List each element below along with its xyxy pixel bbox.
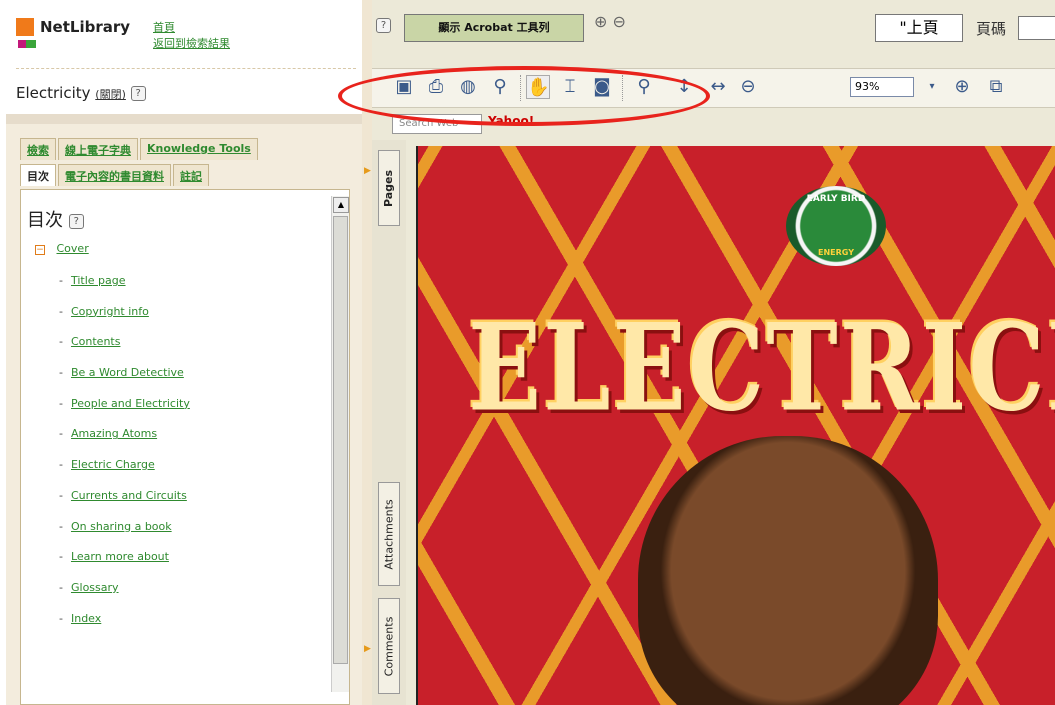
- left-panel: NetLibrary 首頁 返回到檢索結果 Electricity (關閉) ?…: [6, 0, 362, 705]
- toc-link[interactable]: Copyright info: [71, 305, 149, 318]
- toc-item: - On sharing a book: [59, 519, 172, 533]
- toc-link[interactable]: Be a Word Detective: [71, 366, 184, 379]
- comments-tab-label: Comments: [382, 616, 396, 676]
- toc-link[interactable]: On sharing a book: [71, 520, 172, 533]
- collapse-arrow-icon[interactable]: ▶: [364, 644, 371, 654]
- toc-title-text: 目次: [27, 210, 63, 231]
- toc-cover-link[interactable]: Cover: [57, 242, 89, 255]
- toc-link[interactable]: Index: [71, 612, 101, 625]
- toc-link[interactable]: Electric Charge: [71, 458, 155, 471]
- back-to-results-link[interactable]: 返回到檢索結果: [153, 36, 230, 52]
- zoom-out-icon[interactable]: ⊖: [613, 12, 626, 31]
- tab-toc[interactable]: 目次: [20, 164, 56, 186]
- toc-item: - Contents: [59, 335, 121, 349]
- tab-online-dictionary[interactable]: 線上電子字典: [58, 138, 138, 160]
- toc-link[interactable]: Glossary: [71, 581, 119, 594]
- rotate-pages-icon[interactable]: ⧉: [984, 75, 1008, 99]
- badge-top-text: EARLY BIRD: [806, 194, 866, 204]
- tab-notes[interactable]: 註記: [173, 164, 209, 186]
- zoom-in-icon[interactable]: ⊕: [950, 75, 974, 99]
- zoom-out-icon[interactable]: ⊖: [736, 75, 760, 99]
- logo-green-square: [26, 40, 36, 48]
- toc-link[interactable]: People and Electricity: [71, 397, 190, 410]
- tabs-row-2: 目次 電子內容的書目資料 註記: [20, 164, 209, 186]
- attachments-tab[interactable]: Attachments: [378, 482, 400, 586]
- divider: [16, 68, 356, 69]
- zoom-dropdown-icon[interactable]: ▾: [920, 75, 944, 99]
- toc-title: 目次 ?: [27, 206, 84, 232]
- toc-item: - Learn more about: [59, 550, 169, 564]
- help-icon[interactable]: ?: [130, 86, 146, 101]
- toc-item: - Be a Word Detective: [59, 366, 184, 380]
- highlight-oval: [338, 66, 710, 126]
- collapse-arrow-icon[interactable]: ▶: [364, 166, 371, 176]
- tab-bibliographic-data[interactable]: 電子內容的書目資料: [58, 164, 171, 186]
- home-link[interactable]: 首頁: [153, 20, 230, 36]
- toc-item: - Glossary: [59, 580, 119, 594]
- tab-search[interactable]: 檢索: [20, 138, 56, 160]
- zoom-level-input[interactable]: 93%: [850, 77, 914, 97]
- top-toolbar: ? 顯示 Acrobat 工具列 ⊕ ⊖ "上頁 頁碼: [372, 0, 1055, 64]
- book-title-text: Electricity: [16, 84, 91, 102]
- toc-scrollbar[interactable]: ▲: [331, 196, 349, 692]
- close-book-link[interactable]: (關閉): [95, 88, 126, 101]
- toc-link[interactable]: Learn more about: [71, 550, 169, 563]
- early-bird-badge: EARLY BIRD ENERGY: [786, 186, 886, 266]
- pages-tab[interactable]: Pages: [378, 150, 400, 226]
- toc-item: - Amazing Atoms: [59, 427, 158, 441]
- zoom-icons: ⊕ ⊖: [594, 12, 626, 31]
- toc-item: - Title page: [59, 274, 126, 287]
- toc-link[interactable]: Contents: [71, 335, 120, 348]
- toc-link[interactable]: Amazing Atoms: [71, 427, 157, 440]
- netlibrary-logo[interactable]: NetLibrary: [16, 18, 130, 36]
- book-title: Electricity (關閉) ?: [16, 84, 146, 102]
- toc-list: - Title page - Copyright info - Contents -B…: [59, 274, 190, 642]
- show-acrobat-toolbar-button[interactable]: 顯示 Acrobat 工具列: [404, 14, 584, 42]
- book-cover-page: EARLY BIRD ENERGY ELECTRICIT: [416, 146, 1055, 705]
- attachments-tab-label: Attachments: [382, 498, 396, 570]
- toc-item: - People and Electricity: [59, 396, 190, 410]
- toc-link[interactable]: Currents and Circuits: [71, 489, 187, 502]
- toc-item: - Currents and Circuits: [59, 488, 187, 502]
- toc-link[interactable]: Title page: [71, 274, 126, 287]
- pages-tab-label: Pages: [382, 169, 396, 207]
- cover-photo: [638, 436, 938, 705]
- collapse-icon[interactable]: −: [35, 245, 45, 255]
- zoom-in-icon[interactable]: ⊕: [594, 12, 607, 31]
- toc-panel: 目次 ? − Cover - Title page - Copyright info…: [20, 189, 350, 705]
- toc-item: - Copyright info: [59, 304, 149, 318]
- tan-bar: [6, 114, 362, 124]
- header-links: 首頁 返回到檢索結果: [153, 20, 230, 52]
- toc-help-icon[interactable]: ?: [68, 213, 84, 229]
- toc-cover: − Cover: [35, 242, 89, 255]
- logo-orange-square: [16, 18, 34, 36]
- comments-tab[interactable]: Comments: [378, 598, 400, 694]
- brand-name: NetLibrary: [40, 18, 131, 36]
- page-label: 頁碼: [976, 20, 1007, 38]
- side-tabs: Pages Attachments Comments: [372, 140, 406, 705]
- reader-help-icon[interactable]: ?: [376, 18, 391, 33]
- scroll-up-arrow-icon[interactable]: ▲: [333, 197, 349, 213]
- scroll-thumb[interactable]: [333, 216, 348, 664]
- toc-item: - Electric Charge: [59, 458, 155, 472]
- tabs-row-1: 檢索 線上電子字典 Knowledge Tools: [20, 138, 258, 160]
- toc-item: - Index: [59, 611, 102, 625]
- previous-page-button[interactable]: "上頁: [875, 14, 963, 42]
- logo-pink-square: [18, 40, 26, 48]
- page-number-input[interactable]: [1018, 16, 1055, 40]
- tab-knowledge-tools[interactable]: Knowledge Tools: [140, 138, 258, 160]
- cover-title: ELECTRICIT: [468, 296, 1055, 439]
- badge-bottom-text: ENERGY: [818, 248, 854, 257]
